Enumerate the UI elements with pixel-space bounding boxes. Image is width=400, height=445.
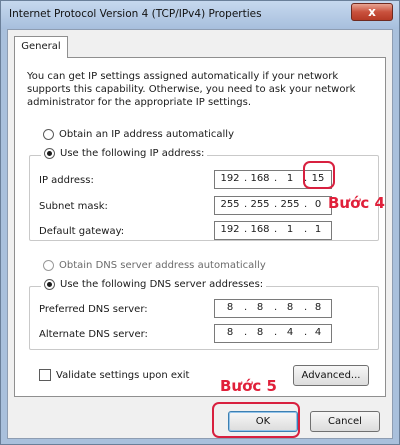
default-gateway-octet-1: 192 bbox=[220, 224, 240, 235]
use-following-ip-option[interactable]: Use the following IP address: bbox=[41, 148, 208, 159]
alternate-dns-octet-4: 4 bbox=[314, 327, 322, 338]
use-following-dns-option[interactable]: Use the following DNS server addresses: bbox=[41, 279, 267, 290]
preferred-dns-octet-1: 8 bbox=[226, 302, 234, 313]
close-button[interactable]: x bbox=[351, 3, 393, 21]
default-gateway-octet-3: 1 bbox=[286, 224, 294, 235]
subnet-mask-octet-3: 255 bbox=[280, 199, 300, 210]
preferred-dns-octet-4: 8 bbox=[314, 302, 322, 313]
advanced-button[interactable]: Advanced... bbox=[293, 365, 369, 386]
preferred-dns-label: Preferred DNS server: bbox=[39, 304, 148, 315]
obtain-dns-auto-radio[interactable] bbox=[43, 260, 54, 271]
subnet-mask-octet-1: 255 bbox=[220, 199, 240, 210]
ip-address-octet-1: 192 bbox=[220, 173, 240, 184]
title-bar[interactable]: Internet Protocol Version 4 (TCP/IPv4) P… bbox=[1, 1, 399, 29]
ok-button-highlight bbox=[212, 402, 300, 438]
octet-separator: . bbox=[244, 224, 248, 235]
octet-separator: . bbox=[274, 224, 278, 235]
octet-separator: . bbox=[274, 173, 278, 184]
dialog-client-area: General You can get IP settings assigned… bbox=[7, 29, 393, 439]
validate-settings-checkbox[interactable] bbox=[39, 369, 51, 381]
preferred-dns-octet-2: 8 bbox=[256, 302, 264, 313]
preferred-dns-octet-3: 8 bbox=[286, 302, 294, 313]
alternate-dns-octet-1: 8 bbox=[226, 327, 234, 338]
obtain-ip-auto-label: Obtain an IP address automatically bbox=[59, 129, 235, 140]
description-text: You can get IP settings assigned automat… bbox=[27, 71, 356, 108]
subnet-mask-octet-4: 0 bbox=[314, 199, 322, 210]
validate-settings-option[interactable]: Validate settings upon exit bbox=[39, 369, 189, 381]
ip-last-octet-highlight bbox=[303, 161, 335, 189]
preferred-dns-input[interactable]: 8 . 8 . 8 . 8 bbox=[214, 299, 332, 318]
validate-settings-label: Validate settings upon exit bbox=[56, 369, 190, 381]
use-following-ip-radio[interactable] bbox=[44, 148, 55, 159]
octet-separator: . bbox=[274, 327, 278, 338]
obtain-dns-auto-label: Obtain DNS server address automatically bbox=[59, 260, 266, 271]
obtain-ip-auto-radio[interactable] bbox=[43, 129, 54, 140]
step-4-label: Bước 4 bbox=[328, 194, 385, 212]
general-tab-panel: You can get IP settings assigned automat… bbox=[14, 57, 386, 397]
dialog-window: Internet Protocol Version 4 (TCP/IPv4) P… bbox=[0, 0, 400, 445]
step-5-label: Bước 5 bbox=[220, 377, 277, 395]
ip-address-octet-2: 168 bbox=[250, 173, 270, 184]
alternate-dns-octet-3: 4 bbox=[286, 327, 294, 338]
subnet-mask-octet-2: 255 bbox=[250, 199, 270, 210]
default-gateway-input[interactable]: 192 . 168 . 1 . 1 bbox=[214, 221, 332, 240]
octet-separator: . bbox=[244, 173, 248, 184]
alternate-dns-label: Alternate DNS server: bbox=[39, 329, 148, 340]
obtain-ip-auto-option[interactable]: Obtain an IP address automatically bbox=[43, 129, 234, 140]
alternate-dns-input[interactable]: 8 . 8 . 4 . 4 bbox=[214, 324, 332, 343]
default-gateway-label: Default gateway: bbox=[39, 226, 125, 237]
octet-separator: . bbox=[244, 302, 248, 313]
octet-separator: . bbox=[274, 199, 278, 210]
ip-address-octet-3: 1 bbox=[286, 173, 294, 184]
tab-general[interactable]: General bbox=[14, 36, 68, 58]
subnet-mask-label: Subnet mask: bbox=[39, 201, 108, 212]
use-following-ip-label: Use the following IP address: bbox=[60, 148, 205, 159]
use-following-dns-radio[interactable] bbox=[44, 279, 55, 290]
cancel-button[interactable]: Cancel bbox=[310, 411, 380, 432]
octet-separator: . bbox=[274, 302, 278, 313]
default-gateway-octet-4: 1 bbox=[314, 224, 322, 235]
alternate-dns-octet-2: 8 bbox=[256, 327, 264, 338]
obtain-dns-auto-option[interactable]: Obtain DNS server address automatically bbox=[43, 260, 266, 271]
window-title: Internet Protocol Version 4 (TCP/IPv4) P… bbox=[9, 8, 262, 20]
default-gateway-octet-2: 168 bbox=[250, 224, 270, 235]
octet-separator: . bbox=[244, 199, 248, 210]
octet-separator: . bbox=[244, 327, 248, 338]
subnet-mask-input[interactable]: 255 . 255 . 255 . 0 bbox=[214, 196, 332, 215]
ip-address-label: IP address: bbox=[39, 175, 94, 186]
use-following-dns-label: Use the following DNS server addresses: bbox=[60, 279, 264, 290]
